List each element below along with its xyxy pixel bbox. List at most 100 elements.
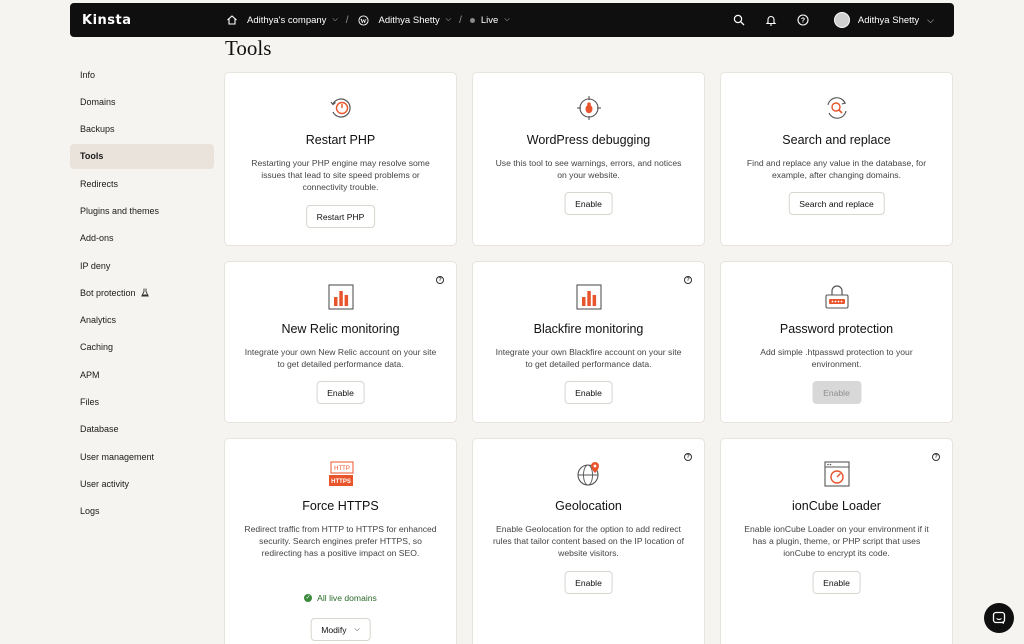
chevron-down-icon: ⌵ [332, 16, 338, 23]
bar-chart-icon [575, 284, 602, 310]
sidebar-item-redirects[interactable]: Redirects [70, 171, 214, 196]
https-status: ✓ All live domains [225, 593, 456, 603]
search-icon[interactable] [732, 13, 746, 27]
modify-https-button[interactable]: Modify ⌵ [310, 618, 371, 641]
card-title: Restart PHP [305, 133, 376, 147]
sidebar-item-logs[interactable]: Logs [70, 499, 214, 524]
card-title: ionCube Loader [792, 499, 881, 513]
sidebar-item-label: APM [80, 369, 100, 380]
sidebar-item-label: Backups [80, 124, 115, 135]
card-title: Blackfire monitoring [533, 322, 644, 336]
enable-blackfire-button[interactable]: Enable [564, 381, 613, 404]
sidebar-item-label: Caching [80, 342, 114, 353]
sidebar-item-label: Redirects [80, 178, 119, 189]
sidebar-item-ip-deny[interactable]: IP deny [70, 253, 214, 278]
site-switcher[interactable]: Adithya Shetty ⌵ [379, 15, 452, 26]
bell-icon[interactable] [764, 13, 778, 27]
restart-php-button[interactable]: Restart PHP [305, 205, 376, 228]
help-icon[interactable]: ? [684, 276, 692, 284]
wordpress-icon[interactable]: W [357, 13, 371, 27]
home-icon[interactable] [225, 13, 239, 27]
sidebar-item-backups[interactable]: Backups [70, 117, 214, 142]
restart-php-card: Restart PHP Restarting your PHP engine m… [224, 72, 457, 246]
page-title: Tools [225, 36, 272, 60]
card-description: Add simple .htpasswd protection to your … [760, 347, 913, 369]
card-description: Use this tool to see warnings, errors, a… [495, 158, 682, 180]
wordpress-debugging-card: WordPress debugging Use this tool to see… [472, 72, 705, 246]
breadcrumb: Adithya's company ⌵ / W Adithya Shetty ⌵… [225, 3, 510, 37]
kinsta-logo[interactable]: Kinsta [82, 13, 132, 28]
sidebar-item-label: User activity [80, 478, 130, 489]
card-title: Search and replace [782, 133, 891, 147]
company-name: Adithya's company [247, 14, 327, 26]
globe-pin-icon [576, 461, 602, 487]
sidebar-item-analytics[interactable]: Analytics [70, 308, 214, 333]
enable-password-button: Enable [812, 381, 861, 404]
help-icon[interactable]: ? [796, 13, 810, 27]
company-switcher[interactable]: Adithya's company ⌵ [247, 15, 338, 26]
card-title: WordPress debugging [526, 133, 651, 147]
help-icon[interactable]: ? [684, 453, 692, 461]
enable-debugging-button[interactable]: Enable [564, 192, 613, 215]
chevron-down-icon: ⌵ [445, 16, 452, 23]
svg-text:HTTP: HTTP [334, 466, 350, 472]
chat-icon [992, 611, 1006, 625]
button-label: Modify [321, 624, 347, 635]
card-description: Enable ionCube Loader on your environmen… [744, 524, 929, 558]
sidebar-item-label: Add-ons [80, 233, 114, 244]
geolocation-card: ? Geolocation Enable Geolocation for the… [472, 438, 705, 644]
sidebar-item-files[interactable]: Files [70, 390, 214, 415]
sidebar-item-add-ons[interactable]: Add-ons [70, 226, 214, 251]
sidebar-item-label: User management [80, 451, 155, 462]
help-icon[interactable]: ? [932, 453, 940, 461]
sidebar-item-apm[interactable]: APM [70, 362, 214, 387]
lock-icon [824, 284, 850, 310]
environment-status-dot [469, 17, 475, 23]
sidebar-item-user-activity[interactable]: User activity [70, 471, 214, 496]
bug-icon [576, 95, 602, 121]
search-replace-card: Search and replace Find and replace any … [720, 72, 953, 246]
search-and-replace-button[interactable]: Search and replace [788, 192, 885, 215]
card-title: Password protection [779, 322, 894, 336]
sidebar-item-label: Info [80, 69, 96, 80]
breadcrumb-separator: / [345, 14, 349, 26]
user-menu[interactable]: Adithya Shetty ⌵ [833, 12, 934, 28]
card-description: Enable Geolocation for the option to add… [493, 524, 684, 558]
sidebar-item-label: IP deny [80, 260, 111, 271]
environment-name: Live [480, 14, 499, 26]
card-description: Redirect traffic from HTTP to HTTPS for … [244, 524, 437, 558]
sidebar-item-label: Database [80, 424, 119, 435]
chevron-down-icon: ⌵ [504, 16, 510, 23]
password-protection-card: Password protection Add simple .htpasswd… [720, 261, 953, 423]
gauge-window-icon [823, 461, 850, 487]
enable-geolocation-button[interactable]: Enable [564, 571, 613, 594]
sidebar-item-info[interactable]: Info [70, 62, 214, 87]
chevron-down-icon: ⌵ [927, 14, 934, 25]
top-bar: Kinsta Adithya's company ⌵ / W Adithya S… [70, 3, 954, 37]
sidebar-item-database[interactable]: Database [70, 417, 214, 442]
sidebar-item-user-management[interactable]: User management [70, 444, 214, 469]
top-bar-actions: ? Adithya Shetty ⌵ [732, 3, 934, 37]
card-description: Integrate your own New Relic account on … [244, 347, 437, 369]
enable-ioncube-button[interactable]: Enable [812, 571, 861, 594]
help-icon[interactable]: ? [436, 276, 444, 284]
enable-new-relic-button[interactable]: Enable [316, 381, 365, 404]
sidebar-item-label: Plugins and themes [80, 205, 160, 216]
card-description: Find and replace any value in the databa… [746, 158, 927, 180]
sidebar-item-tools[interactable]: Tools [70, 143, 214, 169]
card-description: Integrate your own Blackfire account on … [495, 347, 682, 369]
environment-switcher[interactable]: Live ⌵ [469, 14, 510, 26]
sidebar-item-caching[interactable]: Caching [70, 335, 214, 360]
check-circle-icon: ✓ [304, 594, 313, 602]
card-description: Restarting your PHP engine may resolve s… [251, 158, 430, 192]
sidebar-item-label: Logs [80, 506, 100, 517]
chat-button[interactable] [984, 603, 1014, 633]
site-name: Adithya Shetty [378, 14, 440, 26]
sidebar-item-domains[interactable]: Domains [70, 89, 214, 114]
sidebar-item-label: Bot protection [80, 287, 136, 298]
sidebar-item-bot-protection[interactable]: Bot protection [70, 280, 214, 305]
sidebar-item-label: Tools [80, 151, 104, 162]
sidebar-item-plugins-themes[interactable]: Plugins and themes [70, 198, 214, 223]
flask-icon [140, 288, 149, 297]
search-replace-icon [824, 95, 850, 121]
